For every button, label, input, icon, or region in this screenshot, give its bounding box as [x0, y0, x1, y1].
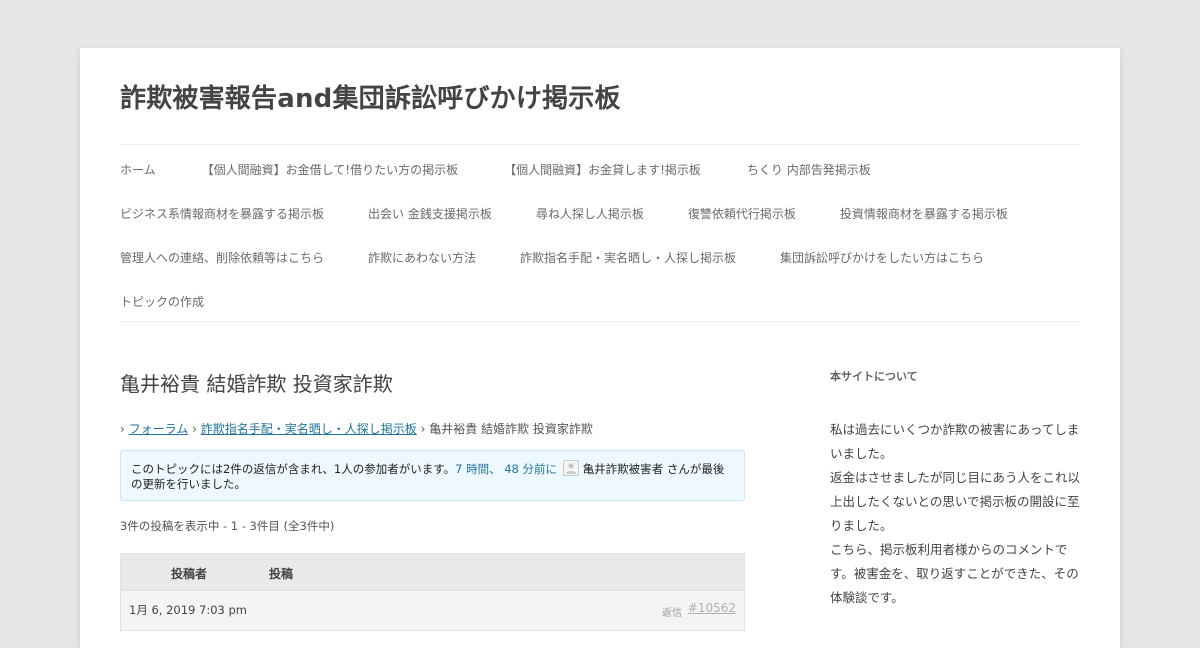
post-count: 3件の投稿を表示中 - 1 - 3件目 (全3件中) — [120, 519, 335, 533]
nav-item-create-topic[interactable]: トピックの作成 — [120, 293, 204, 310]
nav-row-2: ビジネス系情報商材を暴露する掲示板 出会い 金銭支援掲示板 尋ね人探し人掲示板 復讐依… — [120, 203, 1008, 223]
nav-item-wanted-board[interactable]: 詐欺指名手配・実名晒し・人探し掲示板 — [520, 249, 736, 266]
nav-item-lend-board[interactable]: 【個人間融資】お金貸します!掲示板 — [504, 161, 701, 178]
nav-item-contact-admin[interactable]: 管理人への連絡、削除依頼等はこちら — [120, 249, 324, 266]
nav-item-revenge-board[interactable]: 復讐依頼代行掲示板 — [688, 205, 796, 222]
page-container: 詐欺被害報告and集団訴訟呼びかけ掲示板 ホーム 【個人間融資】お金借して!借りた… — [80, 48, 1120, 648]
nav-item-business-info-board[interactable]: ビジネス系情報商材を暴露する掲示板 — [120, 205, 324, 222]
widget-text: 私は過去にいくつか詐欺の被害にあってしまいました。 返金はさせましたが同じ目にあ… — [830, 418, 1080, 610]
topic-title: 亀井裕貴 結婚詐欺 投資家詐欺 — [120, 372, 393, 396]
widget-title: 本サイトについて — [830, 370, 918, 383]
nav-row-1: ホーム 【個人間融資】お金借して!借りたい方の掲示板 【個人間融資】お金貸します!掲… — [120, 159, 917, 179]
posts-table-header: 投稿者 投稿 — [120, 553, 745, 591]
nav-item-class-action[interactable]: 集団訴訟呼びかけをしたい方はこちら — [780, 249, 984, 266]
breadcrumb-board-link[interactable]: 詐欺指名手配・実名晒し・人探し掲示板 — [201, 422, 417, 436]
breadcrumb-separator: › — [420, 422, 426, 436]
nav-item-missing-person-board[interactable]: 尋ね人探し人掲示板 — [536, 205, 644, 222]
sidebar: 本サイトについて 私は過去にいくつか詐欺の被害にあってしまいました。 返金はさせ… — [830, 368, 1080, 605]
column-post: 投稿 — [269, 567, 294, 581]
main-navigation: ホーム 【個人間融資】お金借して!借りたい方の掲示板 【個人間融資】お金貸します!掲… — [120, 144, 1080, 322]
widget-paragraph: 返金はさせましたが同じ目にあう人をこれ以上出したくないとの思いで掲示板の開設に至… — [830, 470, 1081, 533]
column-author: 投稿者 — [171, 567, 208, 581]
last-user-link[interactable]: 亀井詐欺被害者 — [583, 462, 664, 476]
post-date: 1月 6, 2019 7:03 pm — [129, 603, 248, 617]
breadcrumb-current: 亀井裕貴 結婚詐欺 投資家詐欺 — [429, 422, 593, 436]
last-activity-link[interactable]: 7 時間、 48 分前に — [455, 462, 557, 476]
site-title[interactable]: 詐欺被害報告and集団訴訟呼びかけ掲示板 — [120, 78, 621, 115]
post-header-row: 1月 6, 2019 7:03 pm 返信 #10562 — [120, 591, 745, 631]
breadcrumb-forum-link[interactable]: フォーラム — [129, 422, 189, 436]
nav-item-avoid-fraud[interactable]: 詐欺にあわない方法 — [368, 249, 476, 266]
main-content: 亀井裕貴 結婚詐欺 投資家詐欺 › フォーラム › 詐欺指名手配・実名晒し・人探… — [120, 368, 745, 631]
nav-item-dating-support-board[interactable]: 出会い 金銭支援掲示板 — [368, 205, 492, 222]
nav-row-3: 管理人への連絡、削除依頼等はこちら 詐欺にあわない方法 詐欺指名手配・実名晒し・人探… — [120, 247, 984, 267]
topic-info-notice: このトピックには2件の返信が含まれ、1人の参加者がいます。7 時間、 48 分前… — [120, 450, 745, 501]
nav-item-home[interactable]: ホーム — [120, 161, 156, 178]
user-avatar-icon[interactable] — [562, 460, 579, 476]
post-permalink[interactable]: #10562 — [688, 601, 736, 615]
nav-item-investment-info-board[interactable]: 投資情報商材を暴露する掲示板 — [840, 205, 1008, 222]
nav-item-whistleblow-board[interactable]: ちくり 内部告発掲示板 — [747, 161, 871, 178]
breadcrumb-separator: › — [192, 422, 197, 436]
nav-row-4: トピックの作成 — [120, 291, 204, 311]
nav-item-borrow-board[interactable]: 【個人間融資】お金借して!借りたい方の掲示板 — [202, 161, 458, 178]
widget-paragraph: こちら、掲示板利用者様からのコメントです。被害金を、取り返すことができた、その体… — [830, 542, 1079, 605]
notice-lead: このトピックには2件の返信が含まれ、1人の参加者がいます。 — [131, 462, 456, 476]
breadcrumb-separator: › — [120, 422, 125, 436]
widget-paragraph: 私は過去にいくつか詐欺の被害にあってしまいました。 — [830, 422, 1080, 461]
reply-link[interactable]: 返信 — [662, 604, 682, 619]
breadcrumb: › フォーラム › 詐欺指名手配・実名晒し・人探し掲示板 › 亀井裕貴 結婚詐欺… — [120, 420, 593, 437]
